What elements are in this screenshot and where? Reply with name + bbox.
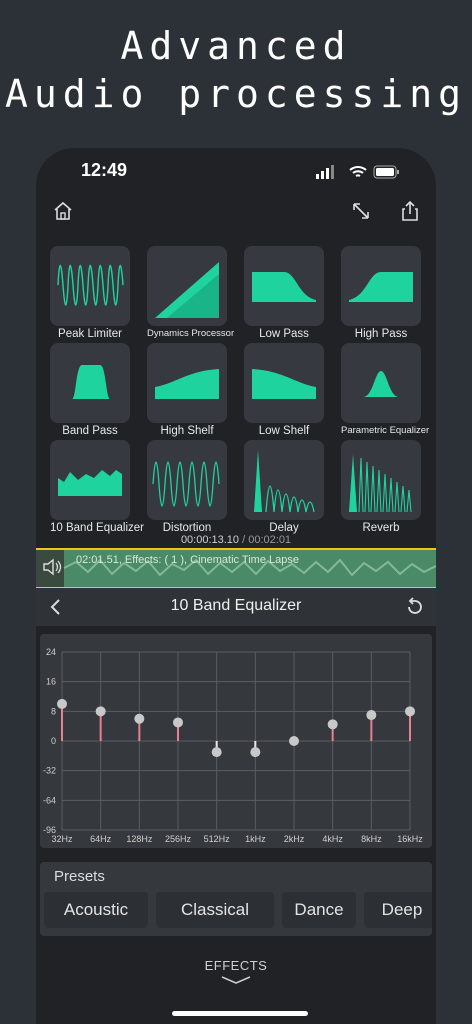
- y-tick-label: -32: [43, 766, 56, 776]
- band-handle[interactable]: [250, 747, 261, 758]
- effect-label: Reverb: [362, 522, 400, 534]
- preset-deep[interactable]: Deep: [364, 892, 432, 928]
- effect-label: Low Shelf: [258, 425, 310, 437]
- effect-reverb[interactable]: Reverb: [341, 440, 421, 534]
- hero-line-1: Advanced: [120, 24, 352, 68]
- home-indicator: [172, 1011, 308, 1016]
- x-tick-label: 64Hz: [90, 834, 112, 844]
- panel-title: 10 Band Equalizer: [170, 597, 302, 614]
- current-time: 00:00:13.10: [180, 534, 240, 546]
- y-tick-label: 24: [46, 647, 56, 657]
- effect-high-shelf[interactable]: High Shelf: [147, 343, 227, 437]
- effect-distortion[interactable]: Distortion: [147, 440, 227, 534]
- effect-low-pass[interactable]: Low Pass: [244, 246, 324, 340]
- effect-low-shelf[interactable]: Low Shelf: [244, 343, 324, 437]
- effects-toggle[interactable]: EFFECTS: [36, 958, 436, 988]
- chevron-down-icon: [221, 976, 251, 984]
- status-icons: [316, 165, 399, 179]
- x-tick-label: 512Hz: [204, 834, 231, 844]
- hero-heading: Advanced Audio processing: [0, 22, 472, 118]
- y-tick-label: -64: [43, 795, 56, 805]
- effect-peak-limiter[interactable]: Peak Limiter: [50, 246, 130, 340]
- band-handle[interactable]: [211, 747, 222, 758]
- effect-10-band-equalizer[interactable]: 10 Band Equalizer: [50, 440, 144, 534]
- x-tick-label: 2kHz: [284, 834, 305, 844]
- band-handle[interactable]: [327, 719, 338, 730]
- equalizer-svg: 241680-32-64-9632Hz 64Hz 128Hz 256Hz 512Hz 1k…: [43, 647, 423, 844]
- x-tick-label: 16kHz: [397, 834, 423, 844]
- y-tick-label: 0: [51, 736, 56, 746]
- presets-panel: Presets Acoustic Classical Dance Deep: [40, 862, 432, 936]
- effect-label: Parametric Equalizer: [341, 425, 430, 436]
- effect-label: Band Pass: [62, 425, 118, 437]
- effect-label: High Pass: [354, 328, 408, 340]
- phone-frame: 12:49 Peak Limiter Dynamics Processor Lo…: [36, 148, 436, 1024]
- effect-label: Delay: [269, 522, 299, 534]
- x-tick-label: 8kHz: [361, 834, 382, 844]
- home-icon[interactable]: [52, 200, 74, 222]
- y-tick-label: 8: [51, 706, 56, 716]
- effect-parametric-equalizer[interactable]: Parametric Equalizer: [341, 343, 430, 436]
- effect-dynamics-processor[interactable]: Dynamics Processor: [147, 246, 235, 339]
- playback-time: 00:00:13.10 / 00:02:01: [180, 534, 292, 546]
- panel-header: 10 Band Equalizer: [36, 588, 436, 626]
- effect-label: Distortion: [162, 522, 212, 534]
- band-handle[interactable]: [95, 706, 106, 717]
- total-time: 00:02:01: [248, 534, 292, 546]
- effect-label: Low Pass: [259, 328, 309, 340]
- y-tick-label: 16: [46, 677, 56, 687]
- status-bar: 12:49: [36, 160, 436, 184]
- band-handle[interactable]: [405, 706, 415, 717]
- preset-classical[interactable]: Classical: [156, 892, 274, 928]
- track-label: 02:01.51, Effects: ( 1 ), Cinematic Time…: [76, 554, 299, 566]
- equalizer-chart[interactable]: 24 16 8 0 -32 -64 -96 32Hz 64Hz 128Hz 256Hz 512Hz 1k…: [40, 634, 432, 848]
- preset-dance[interactable]: Dance: [282, 892, 356, 928]
- x-tick-label: 128Hz: [126, 834, 153, 844]
- band-handle[interactable]: [289, 736, 299, 746]
- preset-acoustic[interactable]: Acoustic: [44, 892, 148, 928]
- effect-label: 10 Band Equalizer: [50, 522, 144, 534]
- presets-title: Presets: [54, 868, 105, 885]
- battery-icon: [373, 165, 399, 179]
- effects-label: EFFECTS: [204, 958, 268, 973]
- reset-icon[interactable]: [404, 596, 426, 618]
- band-handle[interactable]: [134, 713, 145, 724]
- x-tick-label: 4kHz: [322, 834, 343, 844]
- status-time: 12:49: [81, 160, 128, 180]
- waveform-track[interactable]: 02:01.51, Effects: ( 1 ), Cinematic Time…: [36, 548, 436, 589]
- band-handle[interactable]: [366, 710, 377, 721]
- effect-high-pass[interactable]: High Pass: [341, 246, 421, 340]
- band-handle[interactable]: [57, 698, 67, 709]
- effect-label: Dynamics Processor: [147, 328, 235, 339]
- x-tick-label: 256Hz: [165, 834, 192, 844]
- signal-icon: [316, 165, 334, 179]
- x-tick-label: 32Hz: [51, 834, 73, 844]
- effect-label: Peak Limiter: [58, 328, 122, 340]
- wifi-icon: [349, 166, 367, 177]
- expand-icon[interactable]: [350, 200, 372, 222]
- band-handle[interactable]: [173, 717, 183, 728]
- effect-label: High Shelf: [160, 425, 214, 437]
- volume-icon[interactable]: [42, 558, 64, 576]
- effect-delay[interactable]: Delay: [244, 440, 324, 534]
- share-icon[interactable]: [399, 200, 421, 222]
- effect-band-pass[interactable]: Band Pass: [50, 343, 130, 437]
- hero-line-2: Audio processing: [4, 72, 468, 116]
- x-tick-label: 1kHz: [245, 834, 266, 844]
